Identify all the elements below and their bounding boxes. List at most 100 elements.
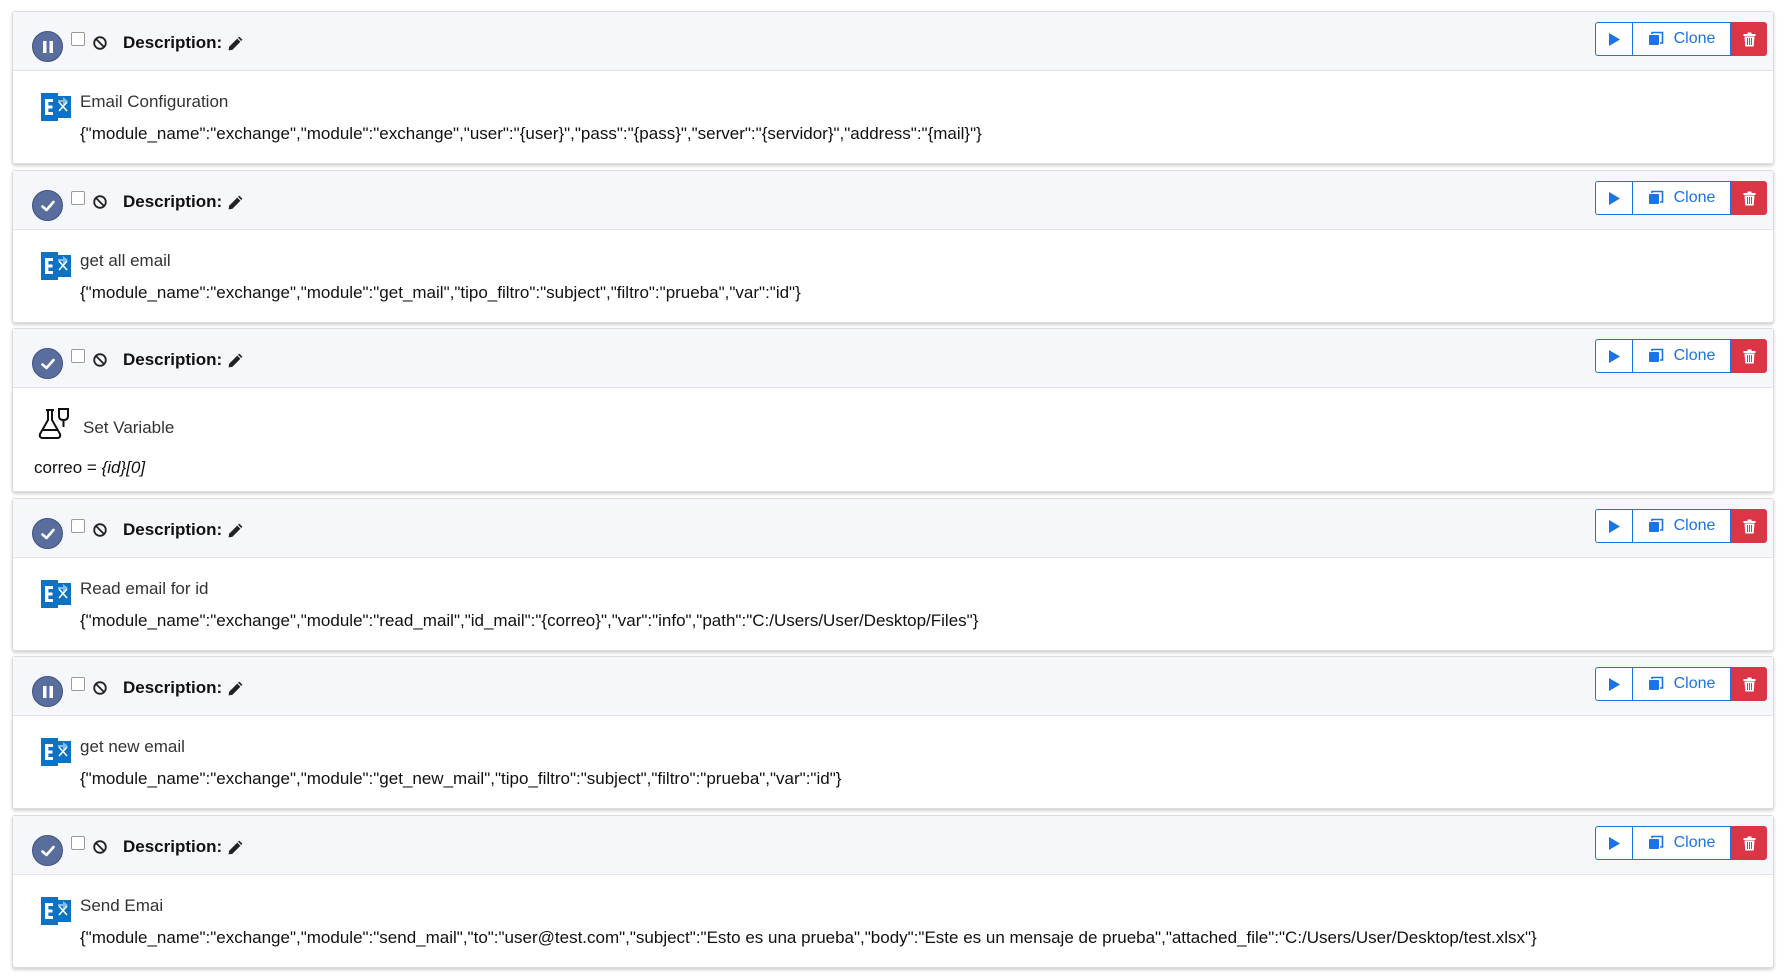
status-toggle-button[interactable] bbox=[32, 676, 63, 707]
step-header: Description: Clone bbox=[13, 499, 1773, 558]
step-title: Email Configuration bbox=[80, 92, 229, 111]
check-icon bbox=[40, 528, 55, 539]
delete-button[interactable] bbox=[1731, 667, 1767, 701]
clone-button[interactable]: Clone bbox=[1632, 667, 1731, 701]
step-card-1: Description: Clone Email Configuration {… bbox=[12, 11, 1774, 164]
clone-button[interactable]: Clone bbox=[1632, 339, 1731, 373]
status-toggle-button[interactable] bbox=[32, 190, 63, 221]
run-button[interactable] bbox=[1595, 22, 1632, 56]
delete-button[interactable] bbox=[1731, 339, 1767, 373]
description-label: Description: bbox=[123, 192, 223, 211]
copy-icon bbox=[1648, 190, 1663, 204]
exchange-icon bbox=[41, 897, 71, 925]
step-select-checkbox[interactable] bbox=[71, 519, 85, 533]
delete-button[interactable] bbox=[1731, 181, 1767, 215]
run-button[interactable] bbox=[1595, 181, 1632, 215]
step-title: get new email bbox=[80, 737, 185, 756]
step-actions: Clone bbox=[1595, 667, 1767, 701]
step-header: Description: Clone bbox=[13, 329, 1773, 388]
step-select-checkbox[interactable] bbox=[71, 191, 85, 205]
clone-label: Clone bbox=[1673, 517, 1716, 534]
clone-label: Clone bbox=[1673, 347, 1716, 364]
trash-icon bbox=[1743, 519, 1755, 533]
step-title: get all email bbox=[80, 251, 171, 270]
exchange-icon bbox=[41, 738, 71, 766]
description-label: Description: bbox=[123, 33, 223, 52]
disable-icon[interactable] bbox=[92, 522, 108, 538]
trash-icon bbox=[1743, 191, 1755, 205]
step-header: Description: Clone bbox=[13, 816, 1773, 875]
step-params: {"module_name":"exchange","module":"get_… bbox=[80, 283, 801, 302]
disable-icon[interactable] bbox=[92, 839, 108, 855]
step-actions: Clone bbox=[1595, 826, 1767, 860]
step-actions: Clone bbox=[1595, 181, 1767, 215]
steps-list: Description: Clone Email Configuration {… bbox=[0, 0, 1787, 980]
trash-icon bbox=[1743, 836, 1755, 850]
description-label: Description: bbox=[123, 350, 223, 369]
copy-icon bbox=[1648, 348, 1663, 362]
step-select-checkbox[interactable] bbox=[71, 349, 85, 363]
trash-icon bbox=[1743, 677, 1755, 691]
check-icon bbox=[40, 358, 55, 369]
exchange-icon bbox=[41, 93, 71, 121]
step-select-checkbox[interactable] bbox=[71, 677, 85, 691]
variable-value: {id}[0] bbox=[101, 458, 146, 477]
clone-button[interactable]: Clone bbox=[1632, 181, 1731, 215]
variable-assignment: correo = {id}[0] bbox=[34, 458, 145, 478]
step-title: Read email for id bbox=[80, 579, 209, 598]
disable-icon[interactable] bbox=[92, 680, 108, 696]
delete-button[interactable] bbox=[1731, 509, 1767, 543]
exchange-icon bbox=[41, 252, 71, 280]
copy-icon bbox=[1648, 835, 1663, 849]
step-card-2: Description: Clone get all email {"modul… bbox=[12, 170, 1774, 323]
description-label: Description: bbox=[123, 837, 223, 856]
status-toggle-button[interactable] bbox=[32, 348, 63, 379]
disable-icon[interactable] bbox=[92, 194, 108, 210]
step-select-checkbox[interactable] bbox=[71, 32, 85, 46]
run-button[interactable] bbox=[1595, 339, 1632, 373]
pencil-icon[interactable] bbox=[227, 194, 244, 211]
disable-icon[interactable] bbox=[92, 352, 108, 368]
step-actions: Clone bbox=[1595, 339, 1767, 373]
trash-icon bbox=[1743, 32, 1755, 46]
disable-icon[interactable] bbox=[92, 35, 108, 51]
pencil-icon[interactable] bbox=[227, 35, 244, 52]
clone-button[interactable]: Clone bbox=[1632, 22, 1731, 56]
play-icon bbox=[1608, 519, 1620, 533]
description-label: Description: bbox=[123, 520, 223, 539]
clone-button[interactable]: Clone bbox=[1632, 509, 1731, 543]
clone-label: Clone bbox=[1673, 834, 1716, 851]
pencil-icon[interactable] bbox=[227, 839, 244, 856]
status-toggle-button[interactable] bbox=[32, 518, 63, 549]
copy-icon bbox=[1648, 676, 1663, 690]
run-button[interactable] bbox=[1595, 509, 1632, 543]
status-toggle-button[interactable] bbox=[32, 835, 63, 866]
clone-label: Clone bbox=[1673, 189, 1716, 206]
pencil-icon[interactable] bbox=[227, 680, 244, 697]
clone-button[interactable]: Clone bbox=[1632, 826, 1731, 860]
copy-icon bbox=[1648, 31, 1663, 45]
variable-name: correo bbox=[34, 458, 83, 477]
step-header: Description: Clone bbox=[13, 171, 1773, 230]
step-card-6: Description: Clone Send Emai {"module_na… bbox=[12, 815, 1774, 968]
step-params: {"module_name":"exchange","module":"exch… bbox=[80, 124, 982, 143]
pencil-icon[interactable] bbox=[227, 352, 244, 369]
step-params: {"module_name":"exchange","module":"read… bbox=[80, 611, 979, 630]
play-icon bbox=[1608, 349, 1620, 363]
copy-icon bbox=[1648, 518, 1663, 532]
check-icon bbox=[40, 845, 55, 856]
step-params: {"module_name":"exchange","module":"get_… bbox=[80, 769, 842, 788]
step-select-checkbox[interactable] bbox=[71, 836, 85, 850]
step-title: Send Emai bbox=[80, 896, 164, 915]
play-icon bbox=[1608, 836, 1620, 850]
run-button[interactable] bbox=[1595, 667, 1632, 701]
description-label: Description: bbox=[123, 678, 223, 697]
check-icon bbox=[40, 200, 55, 211]
pencil-icon[interactable] bbox=[227, 522, 244, 539]
status-toggle-button[interactable] bbox=[32, 31, 63, 62]
step-actions: Clone bbox=[1595, 22, 1767, 56]
delete-button[interactable] bbox=[1731, 22, 1767, 56]
run-button[interactable] bbox=[1595, 826, 1632, 860]
flask-icon bbox=[38, 408, 69, 439]
delete-button[interactable] bbox=[1731, 826, 1767, 860]
